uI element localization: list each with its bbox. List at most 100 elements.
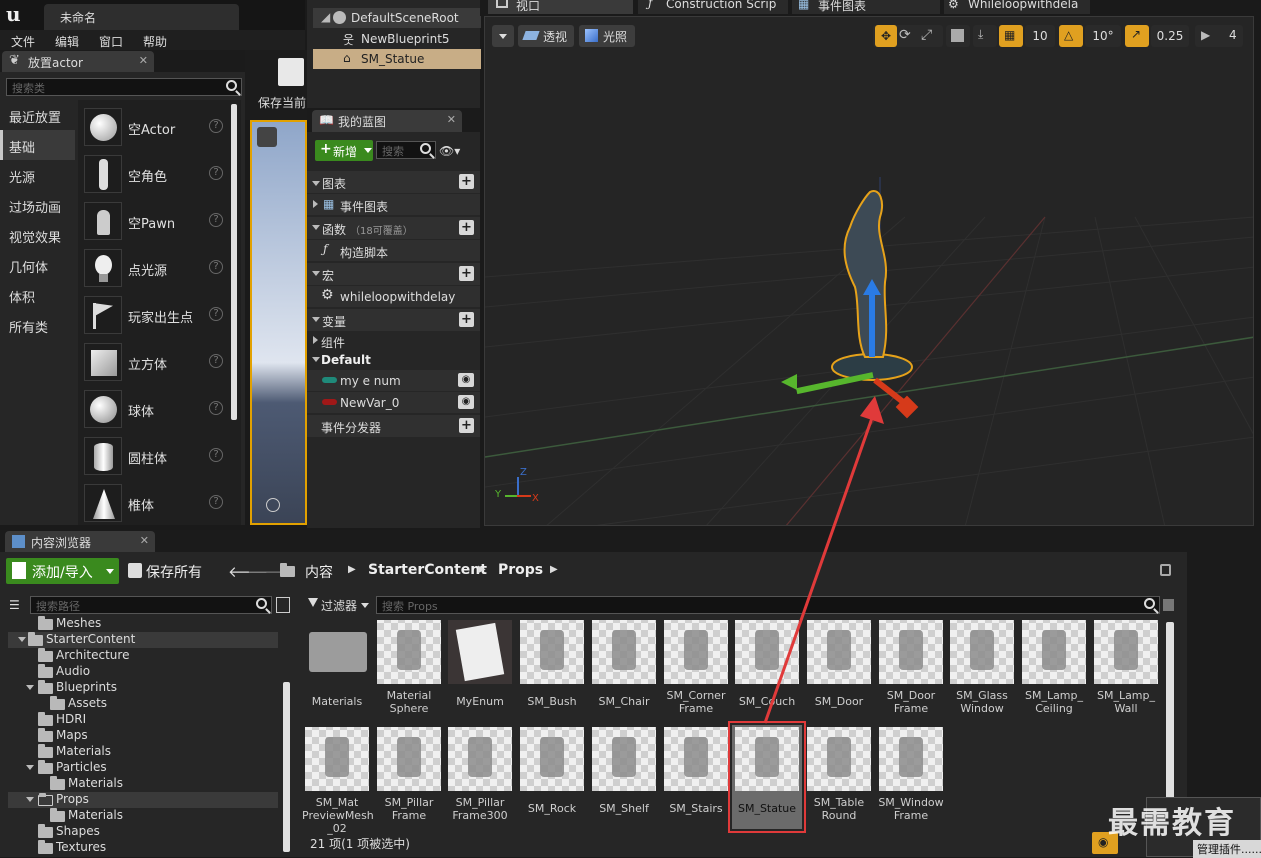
section-graphs[interactable]: 图表 +: [307, 171, 480, 193]
tab-viewport[interactable]: 视口: [488, 0, 633, 14]
actor-item-empty-character[interactable]: 空角色 ?: [84, 155, 229, 200]
unreal-logo-icon[interactable]: u: [6, 2, 26, 26]
tab-event-graph[interactable]: ▦ 事件图表: [792, 0, 940, 14]
asset-sm-statue[interactable]: SM_Statue: [728, 721, 806, 833]
item-macro-whileloop[interactable]: ⚙ whileloopwithdelay: [307, 286, 480, 307]
search-icon[interactable]: [420, 143, 431, 154]
tree-item-shapes[interactable]: Shapes: [38, 824, 100, 840]
tab-content-browser[interactable]: 内容浏览器 ✕: [5, 531, 155, 553]
section-event-dispatchers[interactable]: 事件分发器 +: [307, 415, 480, 437]
section-macros[interactable]: 宏 +: [307, 263, 480, 285]
my-blueprint-search-input[interactable]: 搜索: [376, 141, 436, 159]
help-icon[interactable]: ?: [209, 213, 223, 227]
asset-sm-shelf[interactable]: SM_Shelf: [589, 725, 659, 829]
eye-view-options-icon[interactable]: 👁▾: [439, 144, 469, 158]
close-icon[interactable]: ✕: [140, 534, 149, 547]
asset-materials[interactable]: Materials: [302, 618, 372, 722]
close-icon[interactable]: ✕: [139, 54, 148, 67]
breadcrumb-content[interactable]: 内容: [305, 562, 333, 582]
actor-item-cube[interactable]: 立方体 ?: [84, 343, 229, 388]
tree-item-textures[interactable]: Textures: [38, 840, 106, 856]
scale-icon[interactable]: ⤢: [921, 27, 932, 43]
asset-sm-corner-frame[interactable]: SM_Corner Frame: [661, 618, 731, 722]
tree-item-blueprints[interactable]: Blueprints: [26, 680, 117, 696]
asset-sm-couch[interactable]: SM_Couch: [732, 618, 802, 722]
tree-item-startercontent[interactable]: StarterContent: [8, 632, 278, 648]
group-default[interactable]: Default: [307, 350, 480, 369]
asset-sm-bush[interactable]: SM_Bush: [517, 618, 587, 722]
tab-construction-script[interactable]: ƒ Construction Scrip: [638, 0, 788, 14]
gizmo-z-arrow[interactable]: [869, 292, 875, 357]
actor-item-sphere[interactable]: 球体 ?: [84, 390, 229, 435]
help-icon[interactable]: ?: [209, 260, 223, 274]
breadcrumb-separator-icon[interactable]: ▶: [348, 564, 356, 575]
asset-sm-door-frame[interactable]: SM_Door Frame: [876, 618, 946, 722]
category-volumes[interactable]: 体积: [0, 280, 75, 310]
path-search-input[interactable]: 搜索路径: [30, 596, 272, 614]
tree-item-assets[interactable]: Assets: [50, 696, 107, 712]
rotate-icon[interactable]: ⟳: [899, 27, 911, 43]
add-macro-button[interactable]: +: [459, 266, 474, 281]
path-view-options-icon[interactable]: [276, 597, 290, 613]
coordinate-space-button[interactable]: [946, 25, 970, 47]
help-icon[interactable]: ?: [209, 401, 223, 415]
menu-help[interactable]: 帮助: [143, 33, 167, 50]
scale-snap-value[interactable]: 0.25: [1151, 25, 1189, 47]
asset-sm-lamp-wall[interactable]: SM_Lamp_ Wall: [1091, 618, 1161, 722]
help-icon[interactable]: ?: [209, 119, 223, 133]
eye-visibility-icon[interactable]: ◉: [458, 395, 474, 409]
category-geometry[interactable]: 几何体: [0, 250, 75, 280]
category-recent[interactable]: 最近放置: [0, 100, 75, 130]
viewport-options-button[interactable]: [492, 25, 514, 47]
help-icon[interactable]: ?: [209, 448, 223, 462]
search-icon[interactable]: [256, 598, 267, 609]
level-tab[interactable]: 未命名: [44, 4, 239, 30]
actor-item-cylinder[interactable]: 圆柱体 ?: [84, 437, 229, 482]
actor-item-point-light[interactable]: 点光源 ?: [84, 249, 229, 294]
item-construction-script[interactable]: ƒ 构造脚本: [307, 240, 480, 261]
item-event-graph[interactable]: ▦ 事件图表: [307, 194, 480, 215]
level-viewport-menu-button[interactable]: [257, 127, 277, 147]
asset-sm-window-frame[interactable]: SM_Window Frame: [876, 725, 946, 829]
tree-item-maps[interactable]: Maps: [38, 728, 88, 744]
asset-scrollbar[interactable]: [1166, 622, 1174, 826]
asset-sm-glass-window[interactable]: SM_Glass Window: [947, 618, 1017, 722]
add-dispatcher-button[interactable]: +: [459, 418, 474, 433]
category-lights[interactable]: 光源: [0, 160, 75, 190]
tree-item-particles-materials[interactable]: Materials: [50, 776, 123, 792]
asset-search-input[interactable]: 搜索 Props: [376, 596, 1160, 614]
category-cinematic[interactable]: 过场动画: [0, 190, 75, 220]
tree-item-materials[interactable]: Materials: [38, 744, 111, 760]
variable-my-e-num[interactable]: my e num ◉: [307, 370, 480, 391]
group-components[interactable]: 组件: [307, 331, 480, 350]
actor-item-player-start[interactable]: 玩家出生点 ?: [84, 296, 229, 341]
tab-my-blueprint[interactable]: 📖 我的蓝图 ✕: [312, 110, 462, 132]
tree-toggle-icon[interactable]: ☰: [9, 598, 20, 612]
camera-speed-button[interactable]: ▶ 4: [1195, 25, 1243, 47]
asset-sm-pillar-frame[interactable]: SM_Pillar Frame: [374, 725, 444, 829]
actor-list-scrollbar[interactable]: [231, 104, 237, 420]
help-icon[interactable]: [266, 498, 280, 512]
blueprint-viewport[interactable]: 透视 光照 ✥ ⟳ ⤢ ⤓ ▦ 10 △ 10° ↗ 0.25 ▶ 4 Z Y …: [484, 16, 1254, 526]
tree-item-hdri[interactable]: HDRI: [38, 712, 86, 728]
search-icon[interactable]: [1144, 598, 1155, 609]
rotation-snap-value[interactable]: 10°: [1085, 25, 1121, 47]
scale-snap-toggle[interactable]: ↗: [1125, 25, 1149, 47]
help-icon[interactable]: ?: [209, 354, 223, 368]
category-basic[interactable]: 基础: [0, 130, 75, 160]
grid-snap-toggle[interactable]: ▦: [999, 25, 1023, 47]
lit-mode-button[interactable]: 光照: [579, 25, 635, 47]
component-row-blueprint[interactable]: 웃 NewBlueprint5: [313, 29, 481, 49]
category-visual-effects[interactable]: 视觉效果: [0, 220, 75, 250]
tree-item-props-materials[interactable]: Materials: [50, 808, 123, 824]
asset-sm-mat-previewmesh-02[interactable]: SM_Mat PreviewMesh _02: [302, 725, 374, 835]
asset-sm-lamp-ceiling[interactable]: SM_Lamp_ Ceiling: [1019, 618, 1089, 722]
component-row-root[interactable]: ◢ DefaultSceneRoot: [313, 8, 481, 28]
asset-sm-stairs[interactable]: SM_Stairs: [661, 725, 731, 829]
filters-button[interactable]: 过滤器: [306, 595, 372, 615]
save-all-button[interactable]: 保存所有: [124, 558, 214, 584]
actor-item-cone[interactable]: 椎体 ?: [84, 484, 229, 529]
asset-material-sphere[interactable]: Material Sphere: [374, 618, 444, 722]
grid-snap-value[interactable]: 10: [1025, 25, 1055, 47]
breadcrumb-props[interactable]: Props: [498, 562, 543, 578]
